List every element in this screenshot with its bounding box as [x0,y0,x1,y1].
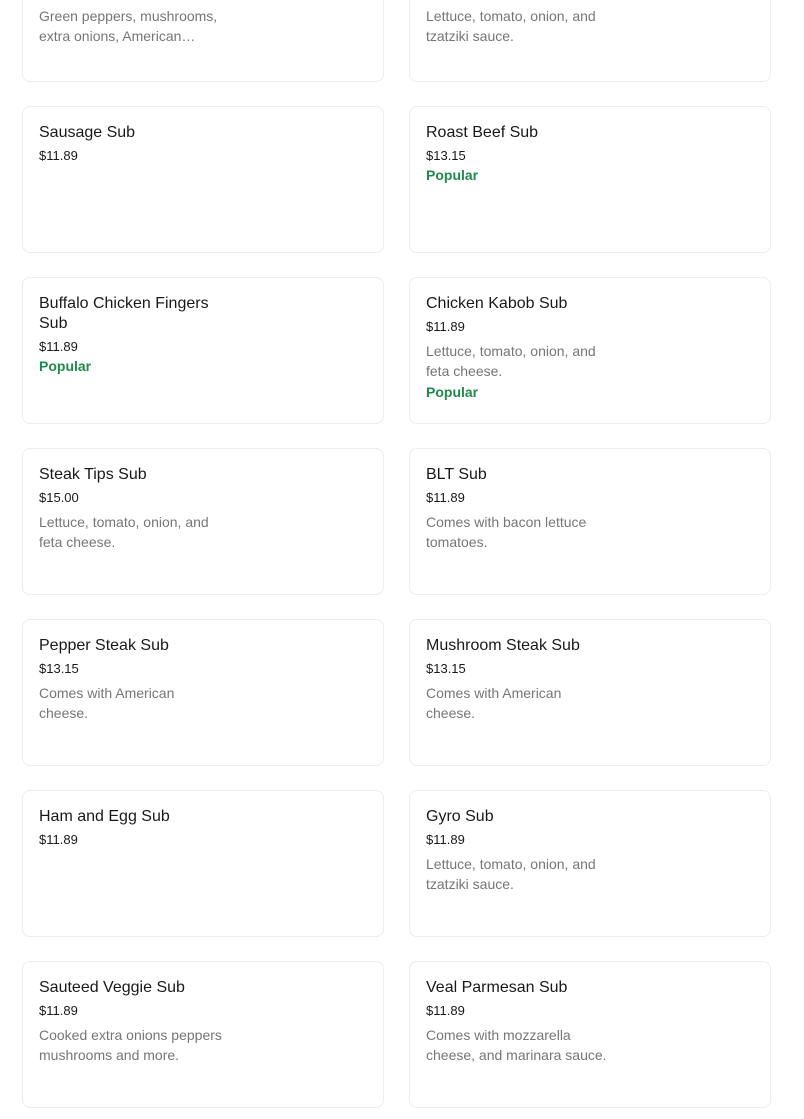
item-title: Ham and Egg Sub [39,808,170,825]
item-description: Lettuce, tomato, onion, and tzatziki sau… [426,856,596,892]
menu-item-card[interactable]: Roast Beef Sub $13.15 Popular [409,106,771,253]
item-price: $13.15 [426,661,466,676]
item-title: Gyro Sub [426,808,494,825]
menu-item-card[interactable]: Mushroom Steak Sub $13.15 Comes with Ame… [409,619,771,766]
item-description: Comes with American cheese. [39,685,175,721]
item-title: Veal Parmesan Sub [426,979,568,996]
item-price: $15.00 [39,490,79,505]
item-title: Buffalo Chicken Fingers Sub [39,295,209,332]
item-description: Comes with American cheese. [426,685,562,721]
item-price: $13.15 [39,661,79,676]
item-description: Comes with bacon lettuce tomatoes. [426,514,587,550]
item-price: $13.15 [426,148,466,163]
menu-item-card[interactable]: Veal Parmesan Sub $11.89 Comes with mozz… [409,961,771,1108]
menu-item-card[interactable]: Pepper Steak Sub $13.15 Comes with Ameri… [22,619,384,766]
item-price: $11.89 [39,339,78,354]
item-title: Steak Tips Sub [39,466,147,483]
item-title: Pepper Steak Sub [39,637,169,654]
menu-item-card[interactable]: Gyro Sub $11.89 Lettuce, tomato, onion, … [409,790,771,937]
menu-item-card[interactable]: Sausage Sub $11.89 [22,106,384,253]
item-price: $11.89 [426,319,465,334]
item-price: $11.89 [426,1003,465,1018]
item-description: Green peppers, mushrooms, extra onions, … [39,8,218,44]
menu-item-card[interactable]: Sauteed Veggie Sub $11.89 Cooked extra o… [22,961,384,1108]
item-title: Sauteed Veggie Sub [39,979,185,996]
menu-item-card[interactable]: Steak Tips Sub $15.00 Lettuce, tomato, o… [22,448,384,595]
item-title: Mushroom Steak Sub [426,637,580,654]
item-price: $11.89 [39,832,78,847]
menu-item-card[interactable]: Lettuce, tomato, onion, and tzatziki sau… [409,0,771,82]
item-title: Sausage Sub [39,124,136,141]
menu-item-grid: Green peppers, mushrooms, extra onions, … [22,0,771,1108]
item-description: Lettuce, tomato, onion, and feta cheese. [39,514,209,550]
item-title: BLT Sub [426,466,487,483]
item-description: Lettuce, tomato, onion, and tzatziki sau… [426,8,596,44]
item-price: $11.89 [39,1003,78,1018]
menu-item-card[interactable]: Ham and Egg Sub $11.89 [22,790,384,937]
popular-badge: Popular [426,384,479,400]
item-description: Comes with mozzarella cheese, and marina… [426,1027,607,1063]
menu-item-card[interactable]: Chicken Kabob Sub $11.89 Lettuce, tomato… [409,277,771,424]
item-title: Roast Beef Sub [426,124,539,141]
item-price: $11.89 [39,148,78,163]
item-title: Chicken Kabob Sub [426,295,568,312]
popular-badge: Popular [39,358,92,374]
item-price: $11.89 [426,490,465,505]
item-price: $11.89 [426,832,465,847]
menu-item-card[interactable]: BLT Sub $11.89 Comes with bacon lettuce … [409,448,771,595]
item-description: Cooked extra onions peppers mushrooms an… [39,1027,222,1063]
popular-badge: Popular [426,167,479,183]
item-description: Lettuce, tomato, onion, and feta cheese. [426,343,596,379]
menu-item-card[interactable]: Buffalo Chicken Fingers Sub $11.89 Popul… [22,277,384,424]
menu-item-card[interactable]: Green peppers, mushrooms, extra onions, … [22,0,384,82]
